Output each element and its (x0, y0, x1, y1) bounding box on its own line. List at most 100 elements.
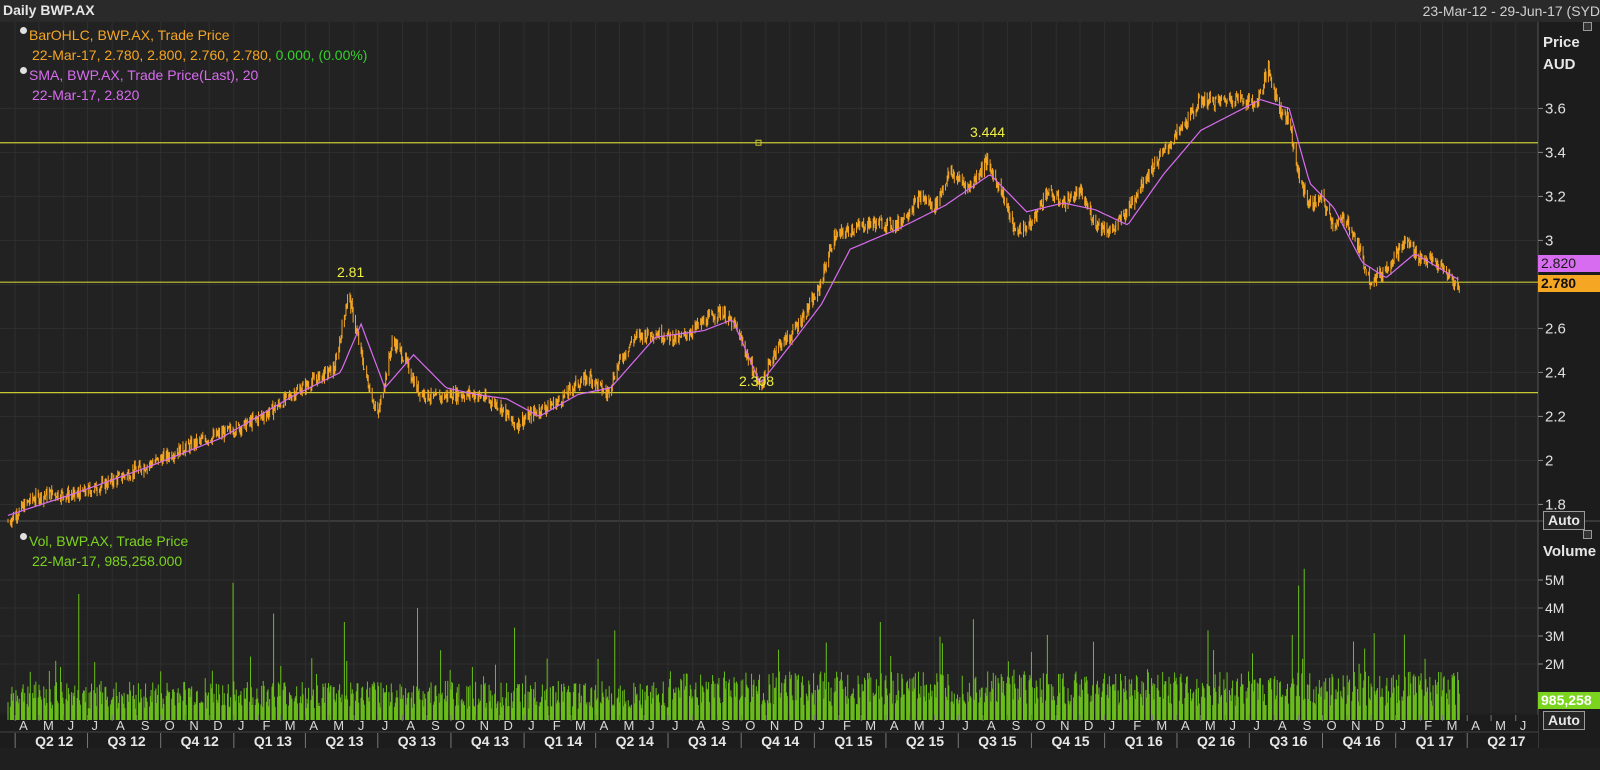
price-tick-label: 3 (1545, 232, 1553, 249)
volume-auto-scale-button[interactable]: Auto (1543, 711, 1585, 730)
panel-options-icon[interactable] (1583, 22, 1592, 31)
hline-label: 3.444 (970, 124, 1005, 140)
month-tick-label: F (1133, 718, 1141, 733)
month-tick-label: M (575, 718, 586, 733)
price-panel-bg (0, 22, 1538, 520)
month-tick-label: N (480, 718, 489, 733)
price-tick-label: 2.6 (1545, 320, 1566, 337)
month-tick-label: J (818, 718, 825, 733)
quarter-tick-label: Q2 14 (616, 733, 654, 749)
legend-toggle-icon[interactable] (20, 533, 27, 540)
chart-canvas[interactable]: 1.822.22.42.62.833.23.43.62M3M4M5M3.4442… (0, 0, 1600, 770)
sma-legend-values: 22-Mar-17, 2.820 (32, 87, 140, 103)
month-tick-label: N (770, 718, 779, 733)
volume-tick-label: 3M (1545, 628, 1564, 644)
quarter-tick-label: Q4 15 (1051, 733, 1089, 749)
month-tick-label: O (455, 718, 465, 733)
month-tick-label: S (721, 718, 730, 733)
month-tick-label: J (1229, 718, 1236, 733)
price-axis-title: Price (1543, 34, 1580, 51)
month-tick-label: A (309, 718, 318, 733)
month-tick-label: D (1084, 718, 1093, 733)
month-tick-label: M (1156, 718, 1167, 733)
quarter-tick-label: Q4 12 (181, 733, 219, 749)
last-price-tag: 2.780 (1538, 275, 1600, 292)
month-tick-label: A (697, 718, 706, 733)
volume-axis-title: Volume (1543, 543, 1597, 560)
price-tick-label: 2.2 (1545, 408, 1566, 425)
month-tick-label: M (914, 718, 925, 733)
month-tick-label: J (382, 718, 389, 733)
month-tick-label: M (1205, 718, 1216, 733)
quarter-tick-label: Q4 16 (1342, 733, 1380, 749)
month-tick-label: J (528, 718, 535, 733)
month-tick-label: O (1326, 718, 1336, 733)
ohlc-values: 22-Mar-17, 2.780, 2.800, 2.760, 2.780, (32, 47, 272, 63)
month-tick-label: A (406, 718, 415, 733)
month-tick-label: J (358, 718, 365, 733)
month-tick-label: A (1471, 718, 1480, 733)
quarter-tick-label: Q2 13 (325, 733, 363, 749)
quarter-tick-label: Q2 16 (1197, 733, 1235, 749)
month-tick-label: M (1447, 718, 1458, 733)
legend-toggle-icon[interactable] (20, 67, 27, 74)
month-tick-label: D (1375, 718, 1384, 733)
month-tick-label: M (1495, 718, 1506, 733)
price-tick-label: 2 (1545, 452, 1553, 469)
chart-window: Daily BWP.AX 23-Mar-12 - 29-Jun-17 (SYD … (0, 0, 1600, 770)
quarter-tick-label: Q1 14 (544, 733, 582, 749)
ohlc-legend-title[interactable]: BarOHLC, BWP.AX, Trade Price (20, 26, 229, 44)
ohlc-legend-label: BarOHLC, BWP.AX, Trade Price (29, 27, 230, 43)
month-tick-label: S (141, 718, 150, 733)
month-tick-label: J (92, 718, 99, 733)
month-tick-label: F (843, 718, 851, 733)
month-tick-label: N (1060, 718, 1069, 733)
ohlc-change: 0.000, (0.00%) (275, 47, 368, 63)
vol-legend-label: Vol, BWP.AX, Trade Price (29, 533, 189, 549)
month-tick-label: J (238, 718, 245, 733)
price-tick-label: 3.6 (1545, 100, 1566, 117)
month-tick-label: M (624, 718, 635, 733)
month-tick-label: D (503, 718, 512, 733)
quarter-tick-label: Q2 17 (1487, 733, 1525, 749)
volume-tick-label: 2M (1545, 656, 1564, 672)
month-tick-label: A (987, 718, 996, 733)
ohlc-legend-values: 22-Mar-17, 2.780, 2.800, 2.760, 2.780, 0… (32, 46, 367, 64)
legend-toggle-icon[interactable] (20, 27, 27, 34)
sma-legend-title[interactable]: SMA, BWP.AX, Trade Price(Last), 20 (20, 66, 258, 84)
price-auto-scale-button[interactable]: Auto (1543, 511, 1585, 530)
month-tick-label: N (1351, 718, 1360, 733)
quarter-tick-label: Q3 12 (108, 733, 146, 749)
quarter-tick-label: Q3 16 (1269, 733, 1307, 749)
quarter-tick-label: Q1 15 (834, 733, 872, 749)
month-tick-label: D (213, 718, 222, 733)
month-tick-label: O (165, 718, 175, 733)
price-tick-label: 3.4 (1545, 144, 1566, 161)
month-tick-label: J (938, 718, 945, 733)
month-tick-label: M (333, 718, 344, 733)
hline-label: 2.308 (739, 373, 774, 389)
vol-legend-title[interactable]: Vol, BWP.AX, Trade Price (20, 532, 188, 550)
month-tick-label: A (1181, 718, 1190, 733)
month-tick-label: O (1035, 718, 1045, 733)
month-tick-label: D (794, 718, 803, 733)
month-tick-label: J (1520, 718, 1527, 733)
month-tick-label: J (962, 718, 969, 733)
month-tick-label: A (116, 718, 125, 733)
month-tick-label: F (1424, 718, 1432, 733)
month-tick-label: M (43, 718, 54, 733)
month-tick-label: A (1278, 718, 1287, 733)
quarter-tick-label: Q2 12 (35, 733, 73, 749)
month-tick-label: M (285, 718, 296, 733)
month-tick-label: F (262, 718, 270, 733)
month-tick-label: N (189, 718, 198, 733)
quarter-tick-label: Q4 13 (471, 733, 509, 749)
panel-options-icon[interactable] (1583, 530, 1592, 539)
quarter-tick-label: Q3 14 (688, 733, 726, 749)
month-tick-label: J (1400, 718, 1407, 733)
price-tick-label: 3.2 (1545, 188, 1566, 205)
month-tick-label: A (890, 718, 899, 733)
price-tick-label: 2.4 (1545, 364, 1566, 381)
last-sma-tag: 2.820 (1538, 255, 1600, 272)
hline-label: 2.81 (337, 264, 364, 280)
